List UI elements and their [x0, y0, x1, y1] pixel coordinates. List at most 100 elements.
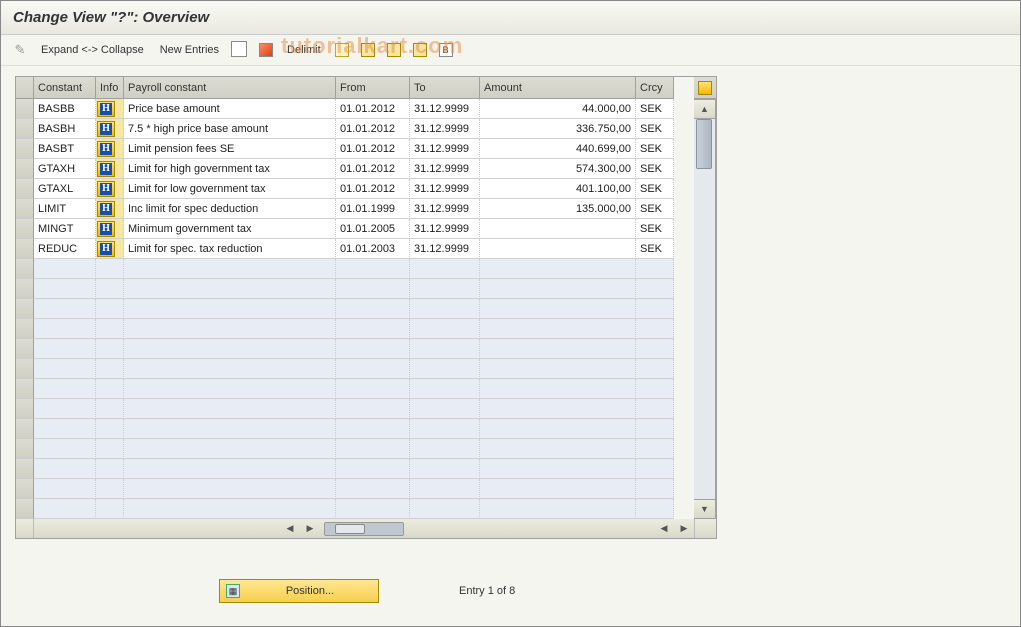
- cell-constant[interactable]: GTAXL: [34, 179, 96, 199]
- undo-change-icon[interactable]: [333, 41, 351, 59]
- cell-amount[interactable]: [480, 219, 636, 239]
- cell-crcy[interactable]: SEK: [636, 239, 674, 259]
- cell-constant[interactable]: REDUC: [34, 239, 96, 259]
- cell-from[interactable]: 01.01.2003: [336, 239, 410, 259]
- row-selector[interactable]: [16, 339, 34, 359]
- cell-constant[interactable]: GTAXH: [34, 159, 96, 179]
- copy-as-icon[interactable]: [231, 41, 249, 59]
- row-selector[interactable]: [16, 159, 34, 179]
- row-selector[interactable]: [16, 219, 34, 239]
- cell-from[interactable]: 01.01.2012: [336, 159, 410, 179]
- scrollbar-horizontal[interactable]: [324, 522, 404, 536]
- row-selector[interactable]: [16, 139, 34, 159]
- info-button[interactable]: H: [97, 201, 115, 217]
- cell-amount[interactable]: 336.750,00: [480, 119, 636, 139]
- cell-from[interactable]: 01.01.2012: [336, 119, 410, 139]
- cell-to[interactable]: 31.12.9999: [410, 219, 480, 239]
- cell-crcy[interactable]: SEK: [636, 99, 674, 119]
- info-button[interactable]: H: [97, 101, 115, 117]
- bc-set-field-icon[interactable]: B: [437, 41, 455, 59]
- cell-to[interactable]: 31.12.9999: [410, 239, 480, 259]
- cell-crcy[interactable]: SEK: [636, 199, 674, 219]
- cell-to[interactable]: 31.12.9999: [410, 199, 480, 219]
- scroll-right-button[interactable]: ▶: [301, 520, 319, 538]
- cell-to[interactable]: 31.12.9999: [410, 99, 480, 119]
- cell-payroll[interactable]: Minimum government tax: [124, 219, 336, 239]
- cell-to[interactable]: 31.12.9999: [410, 159, 480, 179]
- cell-from[interactable]: 01.01.2012: [336, 179, 410, 199]
- row-selector[interactable]: [16, 419, 34, 439]
- cell-payroll[interactable]: Inc limit for spec deduction: [124, 199, 336, 219]
- row-selector[interactable]: [16, 239, 34, 259]
- row-selector[interactable]: [16, 179, 34, 199]
- col-header-from[interactable]: From: [336, 77, 410, 99]
- info-button[interactable]: H: [97, 161, 115, 177]
- select-all-icon[interactable]: [359, 41, 377, 59]
- scroll-thumb-horizontal[interactable]: [335, 524, 365, 534]
- col-header-info[interactable]: Info: [96, 77, 124, 99]
- cell-amount[interactable]: [480, 239, 636, 259]
- row-selector[interactable]: [16, 119, 34, 139]
- row-selector[interactable]: [16, 99, 34, 119]
- cell-constant[interactable]: MINGT: [34, 219, 96, 239]
- cell-from[interactable]: 01.01.2005: [336, 219, 410, 239]
- cell-payroll[interactable]: Limit for high government tax: [124, 159, 336, 179]
- position-button[interactable]: ▦ Position...: [219, 579, 379, 603]
- toggle-display-change-icon[interactable]: [11, 41, 29, 59]
- cell-crcy[interactable]: SEK: [636, 219, 674, 239]
- cell-from[interactable]: 01.01.2012: [336, 99, 410, 119]
- row-selector[interactable]: [16, 439, 34, 459]
- select-block-icon[interactable]: [385, 41, 403, 59]
- cell-constant[interactable]: BASBT: [34, 139, 96, 159]
- row-selector[interactable]: [16, 319, 34, 339]
- row-selector[interactable]: [16, 359, 34, 379]
- cell-payroll[interactable]: Limit for spec. tax reduction: [124, 239, 336, 259]
- cell-amount[interactable]: 440.699,00: [480, 139, 636, 159]
- cell-crcy[interactable]: SEK: [636, 119, 674, 139]
- cell-from[interactable]: 01.01.2012: [336, 139, 410, 159]
- col-header-payroll[interactable]: Payroll constant: [124, 77, 336, 99]
- scroll-left-button-2[interactable]: ◀: [655, 519, 673, 537]
- cell-amount[interactable]: 574.300,00: [480, 159, 636, 179]
- row-selector[interactable]: [16, 279, 34, 299]
- col-header-constant[interactable]: Constant: [34, 77, 96, 99]
- cell-payroll[interactable]: Limit pension fees SE: [124, 139, 336, 159]
- cell-amount[interactable]: 44.000,00: [480, 99, 636, 119]
- table-settings-button[interactable]: [694, 77, 716, 99]
- row-selector[interactable]: [16, 299, 34, 319]
- cell-from[interactable]: 01.01.1999: [336, 199, 410, 219]
- row-selector[interactable]: [16, 379, 34, 399]
- expand-collapse-button[interactable]: Expand <-> Collapse: [37, 42, 148, 58]
- cell-amount[interactable]: 401.100,00: [480, 179, 636, 199]
- scroll-thumb-vertical[interactable]: [696, 119, 712, 169]
- cell-payroll[interactable]: Limit for low government tax: [124, 179, 336, 199]
- row-selector[interactable]: [16, 459, 34, 479]
- cell-amount[interactable]: 135.000,00: [480, 199, 636, 219]
- scroll-down-button[interactable]: ▼: [694, 499, 716, 519]
- cell-crcy[interactable]: SEK: [636, 179, 674, 199]
- row-selector[interactable]: [16, 499, 34, 519]
- cell-crcy[interactable]: SEK: [636, 159, 674, 179]
- deselect-all-icon[interactable]: [411, 41, 429, 59]
- info-button[interactable]: H: [97, 181, 115, 197]
- scroll-right-button-2[interactable]: ▶: [675, 519, 693, 537]
- col-header-to[interactable]: To: [410, 77, 480, 99]
- cell-to[interactable]: 31.12.9999: [410, 179, 480, 199]
- col-header-amount[interactable]: Amount: [480, 77, 636, 99]
- col-header-crcy[interactable]: Crcy: [636, 77, 674, 99]
- info-button[interactable]: H: [97, 121, 115, 137]
- row-selector[interactable]: [16, 199, 34, 219]
- scroll-up-button[interactable]: ▲: [694, 99, 716, 119]
- info-button[interactable]: H: [97, 221, 115, 237]
- cell-crcy[interactable]: SEK: [636, 139, 674, 159]
- cell-constant[interactable]: LIMIT: [34, 199, 96, 219]
- cell-constant[interactable]: BASBB: [34, 99, 96, 119]
- new-entries-button[interactable]: New Entries: [156, 42, 223, 58]
- cell-constant[interactable]: BASBH: [34, 119, 96, 139]
- scrollbar-vertical[interactable]: [694, 119, 716, 499]
- delimit-button[interactable]: Delimit: [283, 42, 325, 58]
- info-button[interactable]: H: [97, 241, 115, 257]
- cell-to[interactable]: 31.12.9999: [410, 119, 480, 139]
- row-selector[interactable]: [16, 399, 34, 419]
- row-selector[interactable]: [16, 259, 34, 279]
